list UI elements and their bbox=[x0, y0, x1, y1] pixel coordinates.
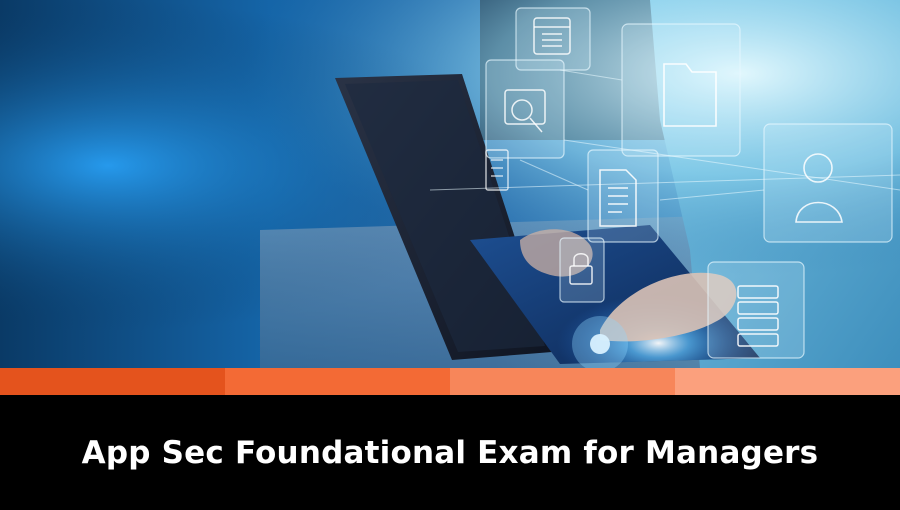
stripe-segment-4 bbox=[675, 368, 900, 395]
stripe-segment-3 bbox=[450, 368, 675, 395]
banner: App Sec Foundational Exam for Managers bbox=[0, 0, 900, 510]
accent-stripe bbox=[0, 368, 900, 395]
stripe-segment-2 bbox=[225, 368, 450, 395]
caption-bar: App Sec Foundational Exam for Managers bbox=[0, 395, 900, 510]
hero-image bbox=[0, 0, 900, 368]
stripe-segment-1 bbox=[0, 368, 225, 395]
banner-title: App Sec Foundational Exam for Managers bbox=[81, 434, 819, 471]
